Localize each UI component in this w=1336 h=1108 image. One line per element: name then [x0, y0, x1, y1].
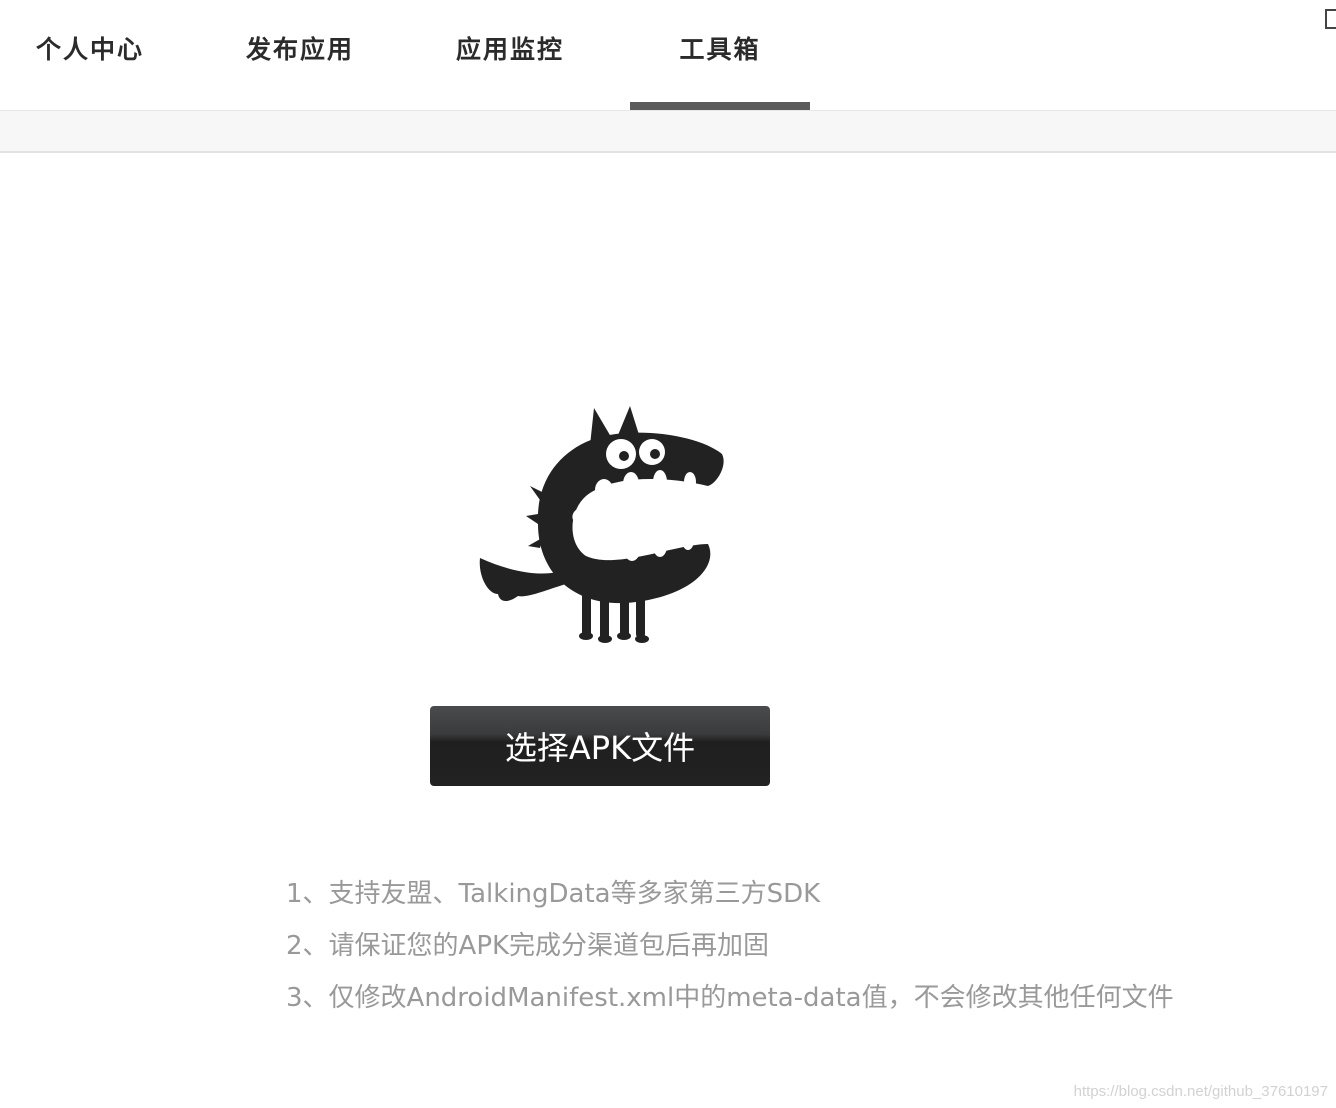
watermark: https://blog.csdn.net/github_37610197: [1073, 1083, 1328, 1100]
tab-label: 个人中心: [35, 35, 144, 64]
sub-toolbar: [0, 110, 1336, 153]
top-navigation: 个人中心 发布应用 应用监控 工具箱: [0, 0, 1336, 110]
tab-personal-center[interactable]: 个人中心: [0, 0, 180, 110]
instruction-item: 1、支持友盟、TalkingData等多家第三方SDK: [286, 879, 821, 909]
tab-app-monitor[interactable]: 应用监控: [420, 0, 600, 110]
instruction-item: 2、请保证您的APK完成分渠道包后再加固: [286, 931, 770, 961]
instruction-item: 3、仅修改AndroidManifest.xml中的meta-data值，不会修…: [286, 983, 1174, 1013]
wolf-mascot-icon: [476, 404, 726, 649]
active-tab-indicator: [630, 102, 810, 110]
instructions-list: 1、支持友盟、TalkingData等多家第三方SDK 2、请保证您的APK完成…: [286, 872, 1286, 1028]
tab-publish-app[interactable]: 发布应用: [210, 0, 390, 110]
window-corner-icon[interactable]: [1325, 9, 1336, 29]
tab-toolbox[interactable]: 工具箱: [630, 0, 810, 110]
tab-label: 应用监控: [455, 35, 564, 64]
choose-apk-button[interactable]: 选择APK文件: [430, 706, 770, 786]
tab-label: 发布应用: [245, 35, 354, 64]
tab-label: 工具箱: [679, 35, 761, 64]
